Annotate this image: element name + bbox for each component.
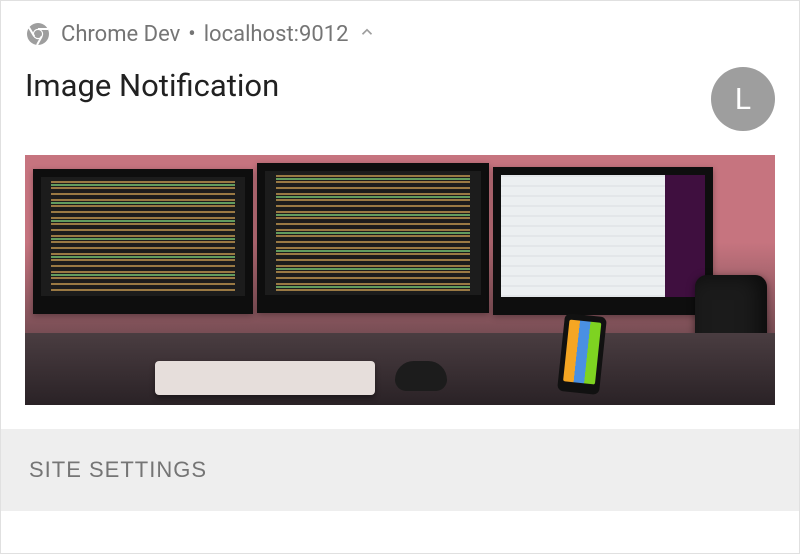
notification-card: Chrome Dev • localhost:9012 Image Notifi… bbox=[1, 1, 799, 511]
separator-dot: • bbox=[188, 22, 195, 47]
origin-host: localhost:9012 bbox=[204, 22, 349, 47]
chrome-icon bbox=[25, 21, 51, 47]
site-settings-button[interactable]: SITE SETTINGS bbox=[29, 457, 207, 483]
mouse bbox=[395, 361, 447, 391]
action-bar: SITE SETTINGS bbox=[1, 429, 799, 511]
collapse-icon[interactable] bbox=[358, 23, 376, 45]
notification-title: Image Notification bbox=[25, 67, 279, 104]
monitor-left bbox=[33, 169, 253, 314]
phone bbox=[557, 313, 607, 395]
notification-title-row: Image Notification L bbox=[1, 59, 799, 151]
notification-header[interactable]: Chrome Dev • localhost:9012 bbox=[1, 1, 799, 59]
keyboard bbox=[155, 361, 375, 395]
app-name: Chrome Dev bbox=[61, 22, 180, 47]
notification-image bbox=[25, 155, 775, 405]
avatar-letter: L bbox=[735, 82, 751, 117]
avatar: L bbox=[711, 67, 775, 131]
notification-source: Chrome Dev • localhost:9012 bbox=[61, 22, 348, 47]
monitor-right bbox=[493, 167, 713, 315]
monitor-center bbox=[257, 163, 489, 313]
